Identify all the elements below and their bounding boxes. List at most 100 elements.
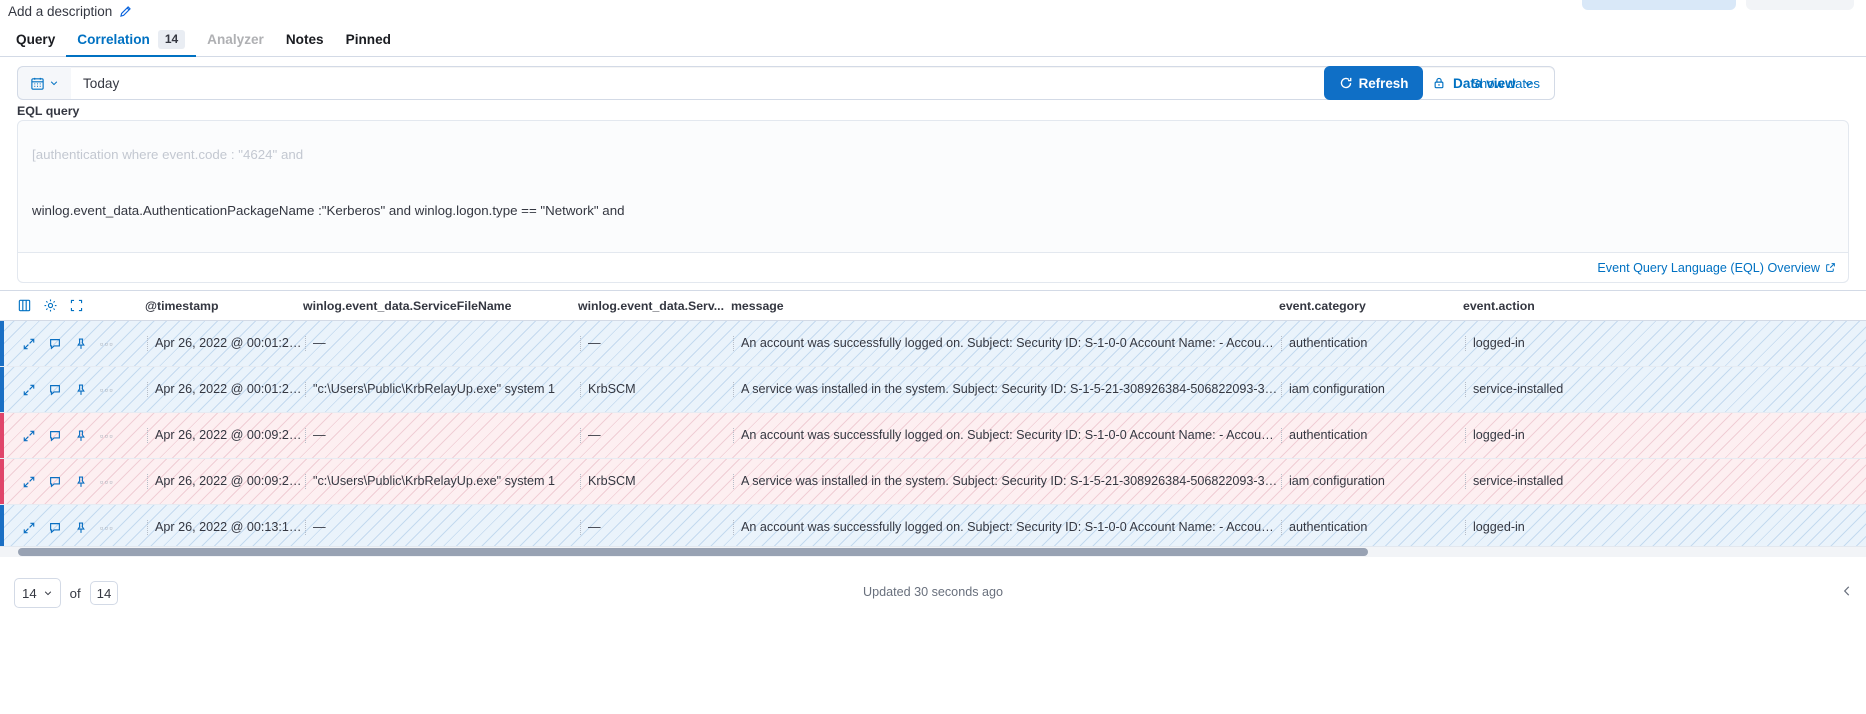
table-row[interactable]: ▫▫▫ Apr 26, 2022 @ 00:01:28.449 — — An a… — [0, 321, 1866, 367]
tab-analyzer-label: Analyzer — [207, 32, 264, 47]
data-grid-toolbar — [0, 298, 145, 313]
column-header-event-category[interactable]: event.category — [1279, 299, 1463, 313]
refresh-label: Refresh — [1358, 75, 1409, 91]
tab-query[interactable]: Query — [5, 24, 66, 57]
cell-message: An account was successfully logged on. S… — [731, 336, 1279, 351]
pencil-icon[interactable] — [119, 5, 132, 18]
chevron-down-icon — [49, 78, 59, 88]
header-actions — [1582, 0, 1854, 10]
lock-icon — [1432, 76, 1446, 90]
eql-overview-link[interactable]: Event Query Language (EQL) Overview — [1597, 261, 1836, 275]
row-actions: ▫▫▫ — [0, 429, 145, 443]
comment-icon[interactable] — [48, 521, 62, 535]
cell-event-action: service-installed — [1463, 474, 1763, 489]
date-quick-select-button[interactable] — [17, 66, 71, 100]
cell-service-name: KrbSCM — [578, 382, 731, 397]
external-link-icon — [1825, 262, 1836, 273]
cell-event-category: iam configuration — [1279, 382, 1463, 397]
row-actions: ▫▫▫ — [0, 383, 145, 397]
eql-query-lines: [authentication where event.code : "4624… — [18, 121, 1848, 252]
tab-notes[interactable]: Notes — [275, 24, 335, 57]
table-row[interactable]: ▫▫▫ Apr 26, 2022 @ 00:01:28.450 "c:\User… — [0, 367, 1866, 413]
row-actions: ▫▫▫ — [0, 475, 145, 489]
tab-correlation-label: Correlation — [77, 32, 150, 47]
row-actions: ▫▫▫ — [0, 521, 145, 535]
cell-event-category: authentication — [1279, 520, 1463, 535]
table-row[interactable]: ▫▫▫ Apr 26, 2022 @ 00:13:18.372 — — An a… — [0, 505, 1866, 551]
eql-query-editor[interactable]: [authentication where event.code : "4624… — [17, 120, 1849, 253]
description-label: Add a description — [8, 3, 113, 19]
comment-icon[interactable] — [48, 337, 62, 351]
horizontal-scrollbar-thumb[interactable] — [18, 548, 1368, 556]
refresh-icon — [1339, 76, 1353, 90]
cell-event-category: authentication — [1279, 336, 1463, 351]
column-header-service-file-name[interactable]: winlog.event_data.ServiceFileName — [303, 299, 578, 313]
description-row[interactable]: Add a description — [0, 0, 132, 22]
cell-message: A service was installed in the system. S… — [731, 474, 1279, 489]
more-actions-icon[interactable]: ▫▫▫ — [100, 477, 114, 487]
pin-icon[interactable] — [74, 521, 88, 535]
grid-footer: 14 of 14 Updated 30 seconds ago — [0, 558, 1866, 714]
comment-icon[interactable] — [48, 475, 62, 489]
data-view-button[interactable]: Data view — [1432, 66, 1534, 100]
column-header-timestamp[interactable]: @timestamp — [145, 299, 303, 313]
calendar-icon — [30, 76, 45, 91]
cell-event-action: service-installed — [1463, 382, 1763, 397]
eql-line: winlog.event_data.AuthenticationPackageN… — [32, 202, 625, 218]
more-actions-icon[interactable]: ▫▫▫ — [100, 385, 114, 395]
cell-service-file: "c:\Users\Public\KrbRelayUp.exe" system … — [303, 382, 578, 397]
expand-icon[interactable] — [22, 383, 36, 397]
last-updated-text: Updated 30 seconds ago — [862, 585, 1004, 599]
comment-icon[interactable] — [48, 383, 62, 397]
column-header-message[interactable]: message — [731, 299, 1279, 313]
cell-message: An account was successfully logged on. S… — [731, 428, 1279, 443]
header-secondary-action-button[interactable] — [1746, 0, 1854, 10]
expand-icon[interactable] — [22, 475, 36, 489]
cell-service-file: — — [303, 428, 578, 443]
cell-timestamp: Apr 26, 2022 @ 00:01:28.449 — [145, 336, 303, 351]
cell-event-category: authentication — [1279, 428, 1463, 443]
more-actions-icon[interactable]: ▫▫▫ — [100, 339, 114, 349]
pin-icon[interactable] — [74, 337, 88, 351]
expand-icon[interactable] — [22, 337, 36, 351]
data-grid-header: @timestamp winlog.event_data.ServiceFile… — [0, 291, 1866, 321]
more-actions-icon[interactable]: ▫▫▫ — [100, 523, 114, 533]
cell-service-name: KrbSCM — [578, 474, 731, 489]
tab-bar: Query Correlation 14 Analyzer Notes Pinn… — [0, 23, 1866, 57]
refresh-button[interactable]: Refresh — [1324, 66, 1423, 100]
tab-analyzer[interactable]: Analyzer — [196, 24, 275, 57]
more-actions-icon[interactable]: ▫▫▫ — [100, 431, 114, 441]
cell-message: An account was successfully logged on. S… — [731, 520, 1279, 535]
gear-icon[interactable] — [43, 298, 58, 313]
column-header-service-name[interactable]: winlog.event_data.Serv... — [578, 299, 731, 313]
expand-icon[interactable] — [22, 429, 36, 443]
pin-icon[interactable] — [74, 383, 88, 397]
tab-correlation-badge: 14 — [157, 30, 186, 49]
chevron-down-icon — [1523, 78, 1534, 89]
tab-pinned-label: Pinned — [345, 32, 391, 47]
collapse-icon[interactable] — [1840, 584, 1854, 598]
eql-query-label: EQL query — [17, 104, 80, 118]
eql-editor-footer: Event Query Language (EQL) Overview — [17, 253, 1849, 283]
comment-icon[interactable] — [48, 429, 62, 443]
cell-timestamp: Apr 26, 2022 @ 00:09:29.825 — [145, 474, 303, 489]
header-primary-action-button[interactable] — [1582, 0, 1736, 10]
table-row[interactable]: ▫▫▫ Apr 26, 2022 @ 00:09:29.825 "c:\User… — [0, 459, 1866, 505]
cell-message: A service was installed in the system. S… — [731, 382, 1279, 397]
columns-icon[interactable] — [17, 298, 32, 313]
column-header-event-action[interactable]: event.action — [1463, 299, 1763, 313]
tab-correlation[interactable]: Correlation 14 — [66, 24, 197, 57]
pin-icon[interactable] — [74, 429, 88, 443]
expand-icon[interactable] — [22, 521, 36, 535]
fullscreen-icon[interactable] — [69, 298, 84, 313]
cell-service-name: — — [578, 428, 731, 443]
pin-icon[interactable] — [74, 475, 88, 489]
tab-notes-label: Notes — [285, 32, 324, 47]
row-actions: ▫▫▫ — [0, 337, 145, 351]
table-row[interactable]: ▫▫▫ Apr 26, 2022 @ 00:09:29.823 — — An a… — [0, 413, 1866, 459]
cell-timestamp: Apr 26, 2022 @ 00:09:29.823 — [145, 428, 303, 443]
tab-pinned[interactable]: Pinned — [335, 24, 402, 57]
cell-service-name: — — [578, 336, 731, 351]
cell-event-action: logged-in — [1463, 520, 1763, 535]
cell-timestamp: Apr 26, 2022 @ 00:01:28.450 — [145, 382, 303, 397]
